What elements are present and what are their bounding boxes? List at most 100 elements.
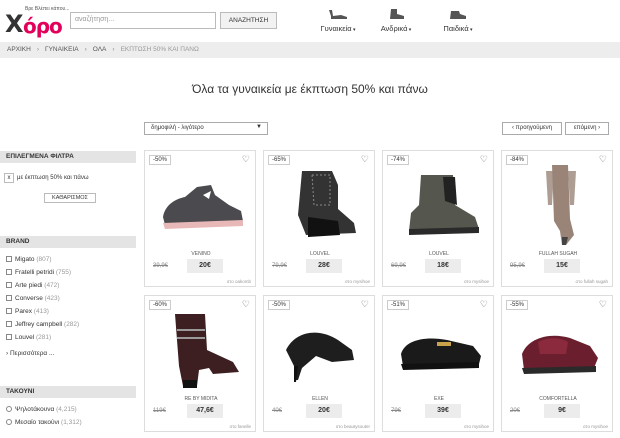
- site-header: Βρε Βλέπει κάπου... X όρο αναζήτηση... Α…: [0, 0, 620, 42]
- sale-price: 18€: [425, 259, 461, 273]
- heart-icon[interactable]: ♡: [242, 154, 250, 165]
- checkbox[interactable]: [6, 334, 12, 340]
- product-card[interactable]: -65% ♡ LOUVEL 79,9€ 28€ στο mysihoe: [263, 150, 375, 287]
- product-brand: FULLAH SUGAH: [538, 251, 578, 257]
- logo-mark: X: [5, 10, 24, 38]
- discount-badge: -50%: [149, 155, 172, 165]
- logo-wordmark: όρο: [23, 14, 63, 38]
- product-card[interactable]: -51% ♡ EXE 79€ 39€ στο mysihoe: [382, 295, 494, 432]
- remove-filter-icon[interactable]: x: [4, 173, 14, 183]
- heart-icon[interactable]: ♡: [599, 299, 607, 310]
- radio[interactable]: [6, 406, 12, 412]
- breadcrumb-women[interactable]: ΓΥΝΑΙΚΕΙΑ: [45, 46, 79, 53]
- old-price: 40€: [272, 408, 283, 414]
- checkbox[interactable]: [6, 269, 12, 275]
- shop-name: στο oakomb: [226, 279, 251, 284]
- breadcrumb-home[interactable]: ΑΡΧΙΚΗ: [7, 46, 31, 53]
- product-card[interactable]: -74% ♡ LOUVEL 69,9€ 18€ στο mysihoe: [382, 150, 494, 287]
- product-brand: VENINO: [191, 251, 211, 257]
- brand-filter-item[interactable]: Parex (413): [6, 308, 49, 318]
- checkbox[interactable]: [6, 295, 12, 301]
- brand-filter-item[interactable]: Migato (807): [6, 256, 52, 266]
- heart-icon[interactable]: ♡: [361, 299, 369, 310]
- next-page-button[interactable]: επόμενη ›: [565, 122, 609, 135]
- men-shoe-icon: [390, 9, 404, 19]
- product-card[interactable]: -50% ♡ VENINO 39,9€ 20€ στο oakomb: [144, 150, 256, 287]
- heel-count: (1,312): [61, 419, 82, 426]
- heart-icon[interactable]: ♡: [480, 299, 488, 310]
- checkbox[interactable]: [6, 321, 12, 327]
- heel-filter-item[interactable]: Ψηλοτάκουνα (4,215): [6, 406, 77, 413]
- selected-filters-heading: ΕΠΙΛΕΓΜΕΝΑ ΦΙΛΤΡΑ: [0, 151, 136, 163]
- site-logo[interactable]: Βρε Βλέπει κάπου... X όρο: [5, 6, 69, 38]
- heart-icon[interactable]: ♡: [480, 154, 488, 165]
- brand-count: (423): [44, 295, 60, 302]
- shop-name: στο mysihoe: [463, 279, 489, 284]
- heart-icon[interactable]: ♡: [599, 154, 607, 165]
- product-card[interactable]: -84% ♡ FULLAH SUGAH 95,9€ 15€ στο fullah suga…: [501, 150, 613, 287]
- selected-filter-label: με έκπτωση 50% και πάνω: [17, 175, 89, 181]
- heel-count: (4,215): [56, 406, 77, 413]
- brand-filter-item[interactable]: Arte piedi (472): [6, 282, 59, 292]
- shop-name: στο mysihoe: [344, 279, 370, 284]
- breadcrumb-separator: ›: [36, 46, 40, 53]
- product-image[interactable]: [272, 310, 368, 392]
- product-image[interactable]: [153, 310, 249, 392]
- checkbox[interactable]: [6, 256, 12, 262]
- old-price: 69,9€: [391, 263, 407, 269]
- discount-badge: -84%: [506, 155, 529, 165]
- search-placeholder: αναζήτηση...: [75, 16, 115, 23]
- category-kids[interactable]: Παιδικά: [428, 8, 488, 38]
- shop-name: στο mysihoe: [463, 424, 489, 429]
- brand-filter-item[interactable]: Jeffrey campbell (282): [6, 321, 79, 331]
- product-brand: ELLEN: [312, 396, 328, 402]
- old-price: 79,9€: [272, 263, 288, 269]
- product-card[interactable]: -50% ♡ ELLEN 40€ 20€ στο beautysouter: [263, 295, 375, 432]
- category-men-label: Ανδρικά: [366, 24, 426, 33]
- shop-name: στο fullah sugah: [575, 279, 608, 284]
- heart-icon[interactable]: ♡: [242, 299, 250, 310]
- kids-shoe-icon: [450, 11, 466, 19]
- shop-name: στο mysihoe: [582, 424, 608, 429]
- product-image[interactable]: [391, 165, 487, 247]
- brand-filter-item[interactable]: Fratelli petridi (755): [6, 269, 71, 279]
- shop-name: στο beautysouter: [335, 424, 370, 429]
- clear-filters-button[interactable]: ΚΑΘΑΡΙΣΜΟΣ: [44, 193, 96, 203]
- product-card[interactable]: -55% ♡ COMFORTELLA 20€ 9€ στο mysihoe: [501, 295, 613, 432]
- more-brands-link[interactable]: › Περισσότερα ...: [6, 350, 54, 357]
- category-men[interactable]: Ανδρικά: [366, 8, 426, 38]
- breadcrumb: ΑΡΧΙΚΗ › ΓΥΝΑΙΚΕΙΑ › ΟΛΑ › ΕΚΠΤΩΣΗ 50% ΚΑΙ ΠΑΝ…: [0, 42, 620, 58]
- product-image[interactable]: [510, 165, 606, 247]
- radio[interactable]: [6, 419, 12, 425]
- category-kids-label: Παιδικά: [428, 24, 488, 33]
- search-input[interactable]: αναζήτηση...: [70, 12, 216, 29]
- product-image[interactable]: [272, 165, 368, 247]
- discount-badge: -74%: [387, 155, 410, 165]
- breadcrumb-current: ΕΚΠΤΩΣΗ 50% ΚΑΙ ΠΑΝΩ: [120, 46, 199, 53]
- brand-name: Converse: [15, 295, 43, 302]
- breadcrumb-all[interactable]: ΟΛΑ: [93, 46, 107, 53]
- sort-select[interactable]: δημοφιλή - λιγότερο ▼: [144, 122, 268, 135]
- category-women[interactable]: Γυναικεία: [308, 8, 368, 38]
- previous-page-button[interactable]: ‹ προηγούμενη: [502, 122, 562, 135]
- product-brand: EXE: [433, 396, 444, 402]
- heart-icon[interactable]: ♡: [361, 154, 369, 165]
- product-image[interactable]: [510, 310, 606, 392]
- product-card[interactable]: -60% ♡ RE BY MIDITA 119€ 47,6€ στο fanelle: [144, 295, 256, 432]
- page-title: Όλα τα γυναικεία με έκπτωση 50% και πάνω: [192, 82, 428, 96]
- checkbox[interactable]: [6, 308, 12, 314]
- heel-filter-item[interactable]: Μεσαίο τακούνι (1,312): [6, 419, 82, 426]
- brand-name: Jeffrey campbell: [15, 321, 63, 328]
- product-image[interactable]: [391, 310, 487, 392]
- brand-count: (282): [64, 321, 80, 328]
- brand-filter-item[interactable]: Converse (423): [6, 295, 60, 305]
- brand-count: (281): [35, 334, 52, 341]
- brand-filter-item[interactable]: Louvel (281): [6, 334, 51, 344]
- product-image[interactable]: [153, 165, 249, 247]
- product-brand: RE BY MIDITA: [184, 396, 218, 402]
- search-button[interactable]: ΑΝΑΖΗΤΗΣΗ: [220, 12, 277, 29]
- heel-filter-heading: ΤΑΚΟΥΝΙ: [0, 386, 136, 398]
- checkbox[interactable]: [6, 282, 12, 288]
- more-brands-label: Περισσότερα ...: [9, 350, 55, 357]
- dropdown-arrow-icon: ▼: [256, 124, 262, 130]
